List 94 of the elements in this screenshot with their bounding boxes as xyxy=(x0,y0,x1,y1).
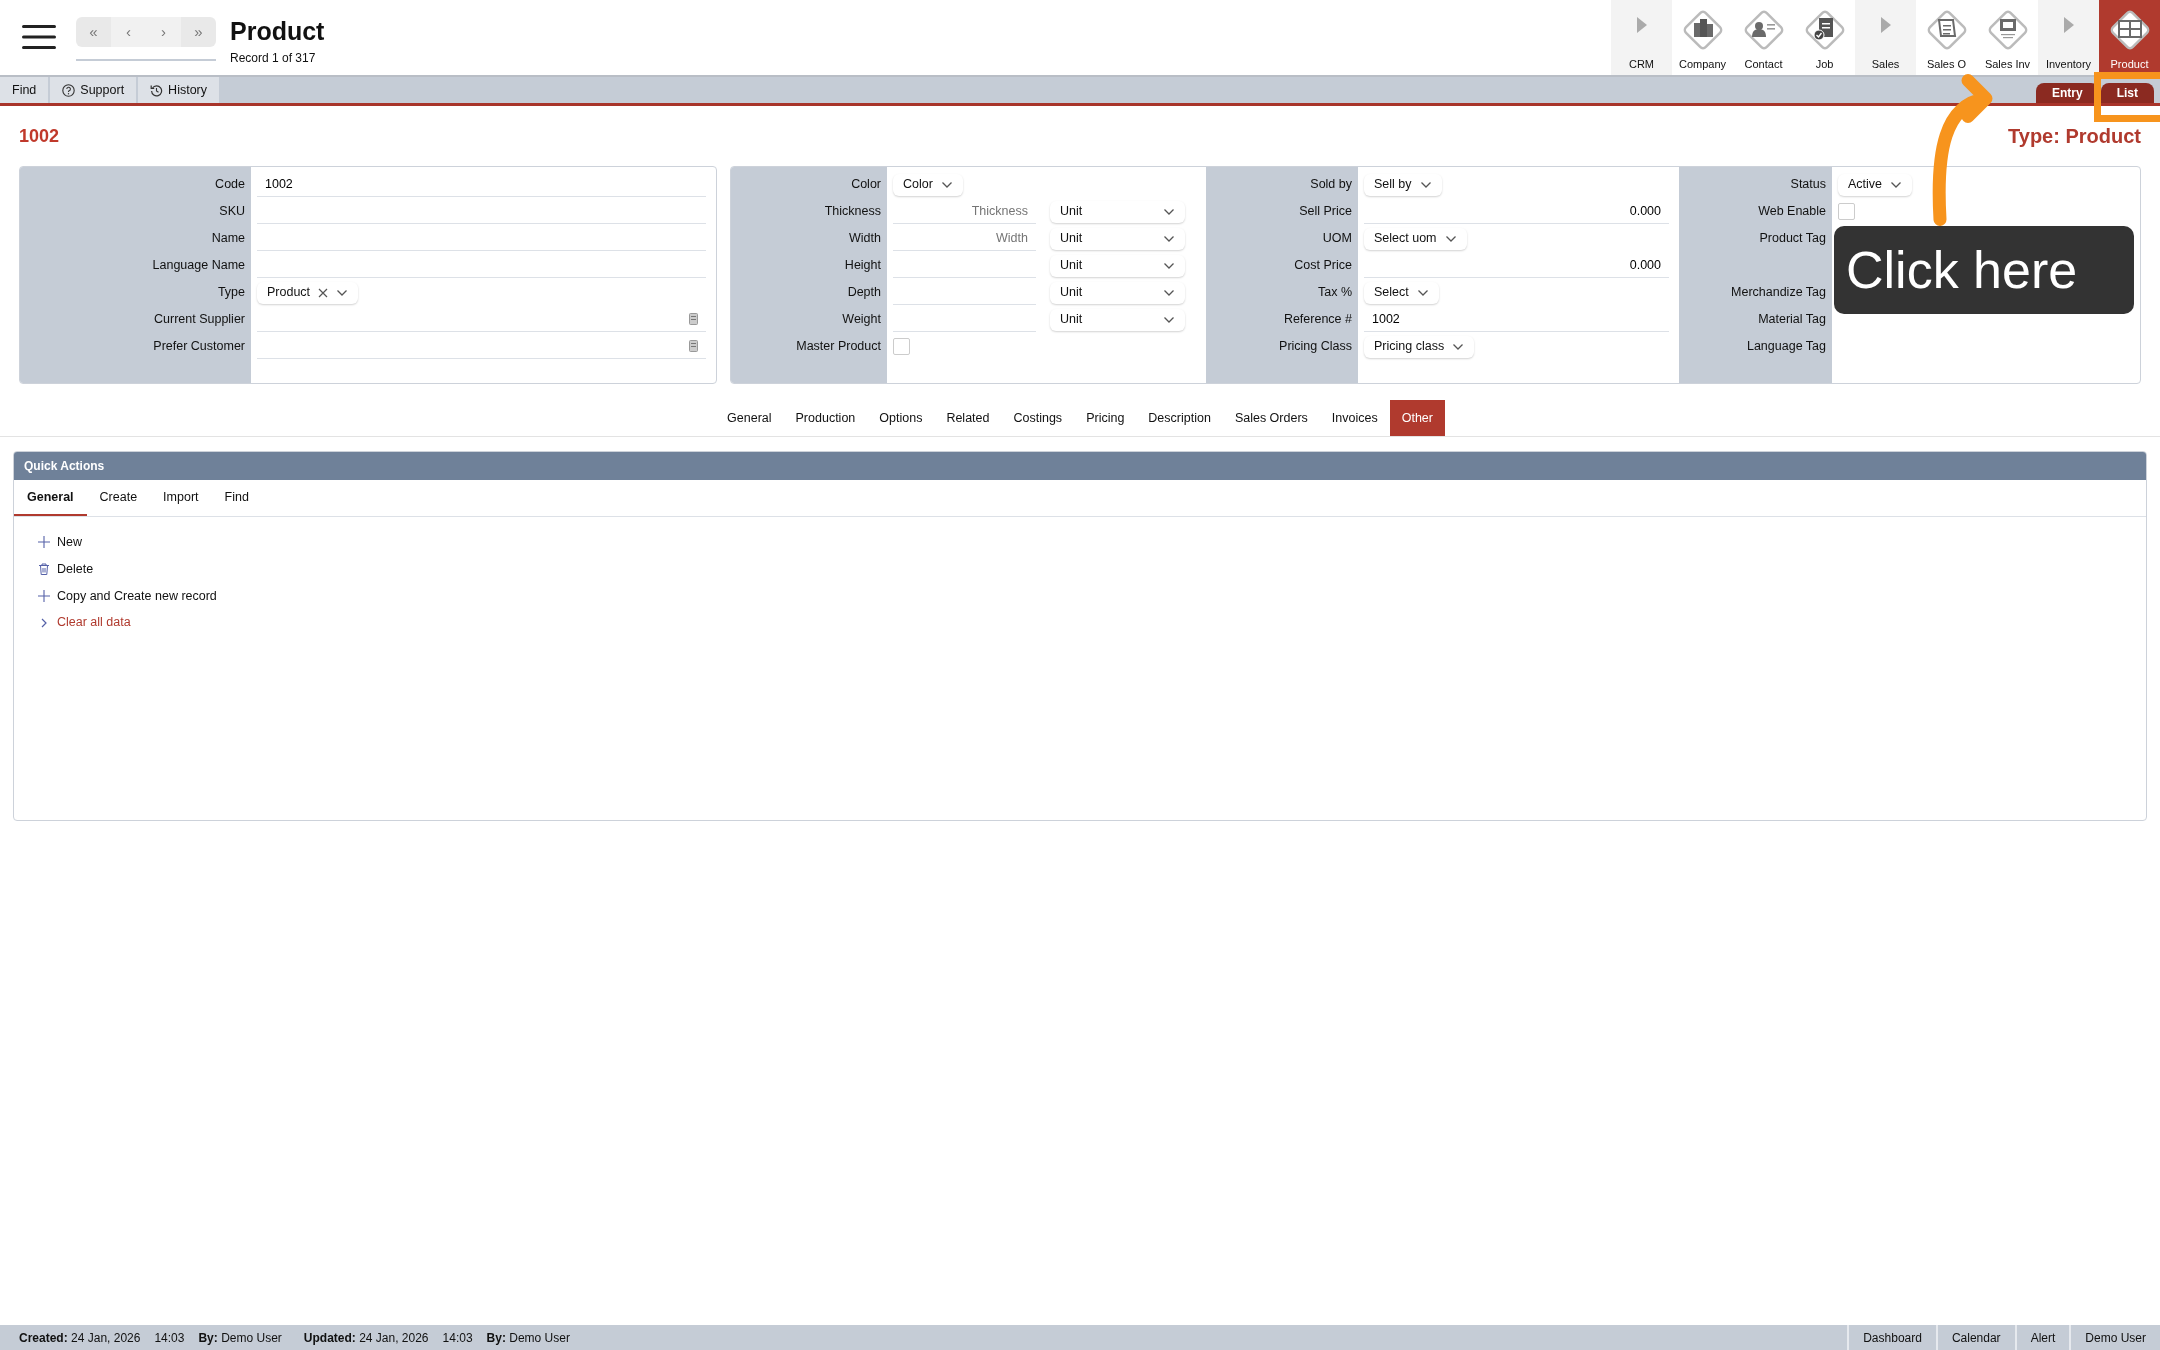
dropdown[interactable]: Select uom xyxy=(1364,227,1467,250)
status-text: Created: 24 Jan, 2026 xyxy=(19,1329,141,1347)
field-label: Product Tag xyxy=(1759,231,1826,245)
dropdown[interactable]: Unit xyxy=(1050,281,1185,304)
field-label: Color xyxy=(851,177,881,191)
status-text: By: Demo User xyxy=(198,1329,282,1347)
module-tab[interactable]: Inventory xyxy=(2038,0,2099,75)
chevron-down-icon xyxy=(1444,234,1457,243)
dropdown[interactable]: Unit xyxy=(1050,254,1185,277)
field-label: Sell Price xyxy=(1299,204,1352,218)
dropdown[interactable]: Product xyxy=(257,281,359,304)
module-tab[interactable]: Product xyxy=(2099,0,2160,75)
dropdown[interactable]: Pricing class xyxy=(1364,335,1475,358)
field-label: Language Name xyxy=(152,258,245,272)
chevron-down-icon xyxy=(1890,180,1903,189)
next-record-button[interactable]: › xyxy=(146,17,181,47)
first-record-button[interactable]: « xyxy=(76,17,111,47)
toolbar-button[interactable]: History xyxy=(138,77,219,103)
dropdown[interactable]: Active xyxy=(1838,173,1913,196)
field-label: Master Product xyxy=(796,339,881,353)
field-label: Prefer Customer xyxy=(153,339,245,353)
status-time: 14:03 xyxy=(154,1329,185,1347)
list-icon xyxy=(689,340,698,352)
field-label: SKU xyxy=(219,204,245,218)
dropdown[interactable]: Sell by xyxy=(1364,173,1442,196)
record-type: Type: Product xyxy=(2008,124,2141,149)
field-label: Pricing Class xyxy=(1279,339,1352,353)
chevron-down-icon xyxy=(1452,342,1465,351)
field-label: Code xyxy=(215,177,245,191)
field-label: Weight xyxy=(842,312,881,326)
action-link[interactable]: Delete xyxy=(38,559,94,579)
dropdown[interactable]: Unit xyxy=(1050,308,1185,331)
checkbox[interactable] xyxy=(1838,203,1855,220)
field-label: Reference # xyxy=(1283,312,1352,326)
help-icon xyxy=(62,83,76,97)
dropdown[interactable]: Unit xyxy=(1050,200,1185,223)
status-text: Updated: 24 Jan, 2026 xyxy=(303,1329,429,1347)
toolbar-button[interactable]: Find xyxy=(0,77,49,103)
list-icon xyxy=(689,313,698,325)
chevron-down-icon xyxy=(1163,288,1175,297)
dropdown[interactable]: Unit xyxy=(1050,227,1185,250)
field-label: Type xyxy=(217,285,245,299)
action-link[interactable]: Copy and Create new record xyxy=(38,586,217,606)
checkbox[interactable] xyxy=(893,338,910,355)
highlight-frame xyxy=(2094,72,2160,122)
field-label: Width xyxy=(849,231,881,245)
trash-icon xyxy=(38,563,50,576)
chevron-down-icon xyxy=(1163,261,1175,270)
page-title: Product xyxy=(230,16,325,46)
module-tab[interactable]: Sales xyxy=(1855,0,1916,75)
field-label: Name xyxy=(211,231,245,245)
plus-icon xyxy=(38,589,50,602)
plus-icon xyxy=(38,536,50,549)
dropdown[interactable]: Color xyxy=(893,173,963,196)
tooltip: Click here xyxy=(1834,226,2134,314)
panel-title: Quick Actions xyxy=(14,452,2146,480)
chevron-down-icon xyxy=(1163,234,1175,243)
action-link[interactable]: New xyxy=(38,533,82,552)
tab[interactable]: Other xyxy=(1389,400,1445,436)
status-time: 14:03 xyxy=(442,1329,473,1347)
field-label: Status xyxy=(1790,177,1826,191)
chevron-down-icon xyxy=(940,180,953,189)
module-tab[interactable]: CRM xyxy=(1611,0,1672,75)
field-label: Current Supplier xyxy=(154,312,245,326)
field-label: Depth xyxy=(847,285,881,299)
arrow-icon xyxy=(2062,16,2075,34)
menu-icon[interactable] xyxy=(22,24,56,50)
previous-record-button[interactable]: ‹ xyxy=(111,17,146,47)
toolbar-button[interactable]: Support xyxy=(50,77,137,103)
arrow-icon xyxy=(1635,16,1648,34)
field-label: Thickness xyxy=(824,204,881,218)
action-link[interactable]: Clear all data xyxy=(38,613,131,632)
field-label: Merchandize Tag xyxy=(1731,285,1826,299)
record-code: 1002 xyxy=(19,124,60,148)
chevron-down-icon xyxy=(336,288,349,297)
field-label: Language Tag xyxy=(1746,339,1826,353)
dropdown[interactable]: Select xyxy=(1364,281,1439,304)
chevron-down-icon xyxy=(1419,180,1432,189)
field-label: Tax % xyxy=(1317,285,1352,299)
field-label: UOM xyxy=(1322,231,1352,245)
chevron-down-icon xyxy=(1163,207,1175,216)
view-tab[interactable]: List xyxy=(2100,83,2154,103)
field-label: Height xyxy=(844,258,881,272)
status-text: By: Demo User xyxy=(486,1329,570,1347)
arrow-icon xyxy=(1879,16,1892,34)
record-counter: Record 1 of 317 xyxy=(230,50,317,67)
field-label: Cost Price xyxy=(1294,258,1352,272)
chevron-down-icon xyxy=(1416,288,1429,297)
history-icon xyxy=(150,83,164,97)
field-label: Material Tag xyxy=(1758,312,1826,326)
last-record-button[interactable]: » xyxy=(181,17,216,47)
field-label: Sold by xyxy=(1310,177,1352,191)
field-label: Web Enable xyxy=(1758,204,1826,218)
chevron-down-icon xyxy=(1163,315,1175,324)
